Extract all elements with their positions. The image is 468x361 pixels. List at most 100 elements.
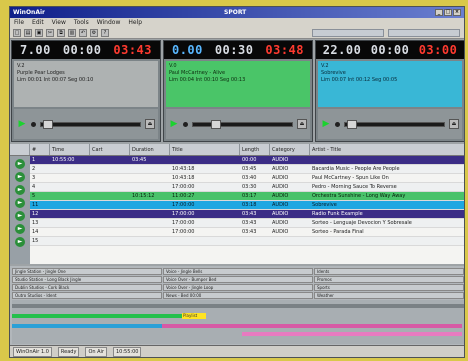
timeline-segment-pink[interactable] xyxy=(162,324,462,328)
menu-item[interactable]: Window xyxy=(97,19,121,26)
eject-icon[interactable]: ⏏ xyxy=(145,119,155,129)
cart-button[interactable]: Weather xyxy=(314,292,464,299)
maximize-button[interactable]: □ xyxy=(444,9,452,16)
open-icon[interactable]: ▤ xyxy=(24,28,32,37)
column-header[interactable]: Duration xyxy=(130,144,170,155)
clip-info[interactable]: V.2 Sobrevive Lim 00:07 Int 00:12 Seg 00… xyxy=(318,61,462,107)
playlist-row[interactable]: 11 17:00:00 03:18 AUDIO Sobrevive xyxy=(30,201,464,210)
toolbar-panel-button[interactable] xyxy=(388,29,460,37)
cell-num: 1 xyxy=(32,157,36,163)
menu-item[interactable]: Edit xyxy=(32,19,44,26)
column-header[interactable] xyxy=(10,144,30,155)
column-header[interactable]: # xyxy=(30,144,50,155)
arrow-icon[interactable]: ► xyxy=(15,198,25,208)
paste-icon[interactable]: ▥ xyxy=(68,28,76,37)
playlist-row[interactable]: 2 10:43:18 03:45 AUDIO Bacardia Music - Peop… xyxy=(30,165,464,174)
save-icon[interactable]: ▣ xyxy=(35,28,43,37)
cart-button[interactable]: News - Bed 00:00 xyxy=(163,292,313,299)
playlist-row[interactable]: 4 17:00:00 03:30 AUDIO Pedro - Morning Sauce… xyxy=(30,183,464,192)
settings-icon[interactable]: ⚙ xyxy=(90,28,98,37)
cart-button[interactable]: Sports xyxy=(314,284,464,291)
cart-button[interactable]: Voice - Jingle Bells xyxy=(163,268,313,275)
cut-icon[interactable]: ✂ xyxy=(46,28,54,37)
status-cell: On Air xyxy=(85,346,107,357)
counter-2: 00:00 xyxy=(62,43,102,57)
clip-version: V.2 xyxy=(17,63,25,69)
arrow-icon[interactable]: ► xyxy=(15,159,25,169)
playlist-row[interactable]: 12 17:00:00 03:43 AUDIO Radio Funk Example xyxy=(30,210,464,219)
stop-icon[interactable] xyxy=(335,121,340,127)
arrow-icon[interactable]: ► xyxy=(15,224,25,234)
undo-icon[interactable]: ↶ xyxy=(79,28,87,37)
cell-title: 17:00:00 xyxy=(172,229,195,235)
playlist-row[interactable]: 1 10:55:00 03:45 00:00 AUDIO xyxy=(30,156,464,165)
column-header[interactable]: Title xyxy=(170,144,240,155)
clip-info[interactable]: V.2 Purple Pear Lodges Lim 00:01 Int 00:… xyxy=(14,61,158,107)
column-header[interactable]: Category xyxy=(270,144,310,155)
menu-item[interactable]: File xyxy=(14,19,24,26)
position-slider[interactable] xyxy=(344,119,445,129)
column-header[interactable]: Artist - Title xyxy=(310,144,464,155)
position-slider[interactable] xyxy=(40,119,141,129)
cell-title: 17:00:00 xyxy=(172,184,195,190)
stop-icon[interactable] xyxy=(183,121,188,127)
arrow-icon[interactable]: ► xyxy=(15,185,25,195)
play-icon[interactable]: ▶ xyxy=(17,119,27,129)
clip-info[interactable]: V.0 Paul McCartney - Alive Lim 00:04 Int… xyxy=(166,61,310,107)
close-button[interactable]: × xyxy=(453,9,461,16)
cell-num: 14 xyxy=(32,229,39,235)
cart-button[interactable]: Promos xyxy=(314,276,464,283)
timeline-segment-green[interactable] xyxy=(12,314,182,318)
cart-button[interactable]: Idents xyxy=(314,268,464,275)
menu-item[interactable]: Tools xyxy=(74,19,89,26)
playlist-row[interactable]: 14 17:00:00 03:43 AUDIO Sorteo - Parada Fina… xyxy=(30,228,464,237)
cart-button[interactable]: Dublin Studios - Cork Black xyxy=(12,284,162,291)
playlist-header: # Time Cart Duration Title Length Catego… xyxy=(10,144,464,156)
menu-item[interactable]: Help xyxy=(128,19,142,26)
cell-num: 5 xyxy=(32,193,36,199)
cell-cat: AUDIO xyxy=(272,202,289,208)
status-cell: WinOnAir 1.0 xyxy=(13,346,52,357)
help-icon[interactable]: ? xyxy=(101,28,109,37)
column-header[interactable]: Time xyxy=(50,144,90,155)
timeline-segment-pink-2[interactable] xyxy=(242,332,462,336)
play-icon[interactable]: ▶ xyxy=(321,119,331,129)
cart-button[interactable]: Jingle Station - Jingle One xyxy=(12,268,162,275)
cart-button[interactable]: Outro Studios - Ident xyxy=(12,292,162,299)
clip-timing: Lim 00:07 Int 00:12 Seg 00:05 xyxy=(321,77,398,83)
column-header[interactable]: Length xyxy=(240,144,270,155)
counter-2: 00:00 xyxy=(370,43,410,57)
playlist-row[interactable]: 5 10:15:12 11:00:27 03:17 AUDIO Orchestra Sun… xyxy=(30,192,464,201)
cell-cat: AUDIO xyxy=(272,220,289,226)
cart-button[interactable]: Studio Station - Long Black Jingle xyxy=(12,276,162,283)
timeline-track xyxy=(12,304,464,308)
eject-icon[interactable]: ⏏ xyxy=(449,119,459,129)
minimize-button[interactable]: _ xyxy=(435,9,443,16)
playlist-rows: 1 10:55:00 03:45 00:00 AUDIO 2 10:43:18 03:45 AU… xyxy=(30,156,464,246)
toolbar-panel-button[interactable] xyxy=(312,29,384,37)
player-2: 0.00 00:30 03:48 V.0 Paul McCartney - Al… xyxy=(163,40,313,142)
arrow-icon[interactable]: ► xyxy=(15,237,25,247)
arrow-icon[interactable]: ► xyxy=(15,172,25,182)
playlist-row[interactable]: 13 17:00:00 03:43 AUDIO Sorteo - Lenguaje De… xyxy=(30,219,464,228)
cell-dur: 03:45 xyxy=(132,157,147,163)
copy-icon[interactable]: ⧉ xyxy=(57,28,65,37)
stop-icon[interactable] xyxy=(31,121,36,127)
playlist-row[interactable]: 15 xyxy=(30,237,464,246)
clip-timing: Lim 00:01 Int 00:07 Seg 00:10 xyxy=(17,77,94,83)
play-icon[interactable]: ▶ xyxy=(169,119,179,129)
column-header[interactable]: Cart xyxy=(90,144,130,155)
cart-button[interactable]: Voice Over - Jingle Loop xyxy=(163,284,313,291)
counter-3: 03:48 xyxy=(265,43,304,57)
eject-icon[interactable]: ⏏ xyxy=(297,119,307,129)
menu-item[interactable]: View xyxy=(52,19,66,26)
cart-button[interactable]: Voice Over - Bumper Bed xyxy=(163,276,313,283)
cell-len: 03:45 xyxy=(242,166,257,172)
arrow-icon[interactable]: ► xyxy=(15,211,25,221)
position-slider[interactable] xyxy=(192,119,293,129)
cell-num: 3 xyxy=(32,175,36,181)
timeline-segment-blue[interactable] xyxy=(12,324,162,328)
cell-title: 17:00:00 xyxy=(172,202,195,208)
playlist-row[interactable]: 3 10:43:18 03:40 AUDIO Paul McCartney - Spun… xyxy=(30,174,464,183)
new-icon[interactable]: □ xyxy=(13,28,21,37)
